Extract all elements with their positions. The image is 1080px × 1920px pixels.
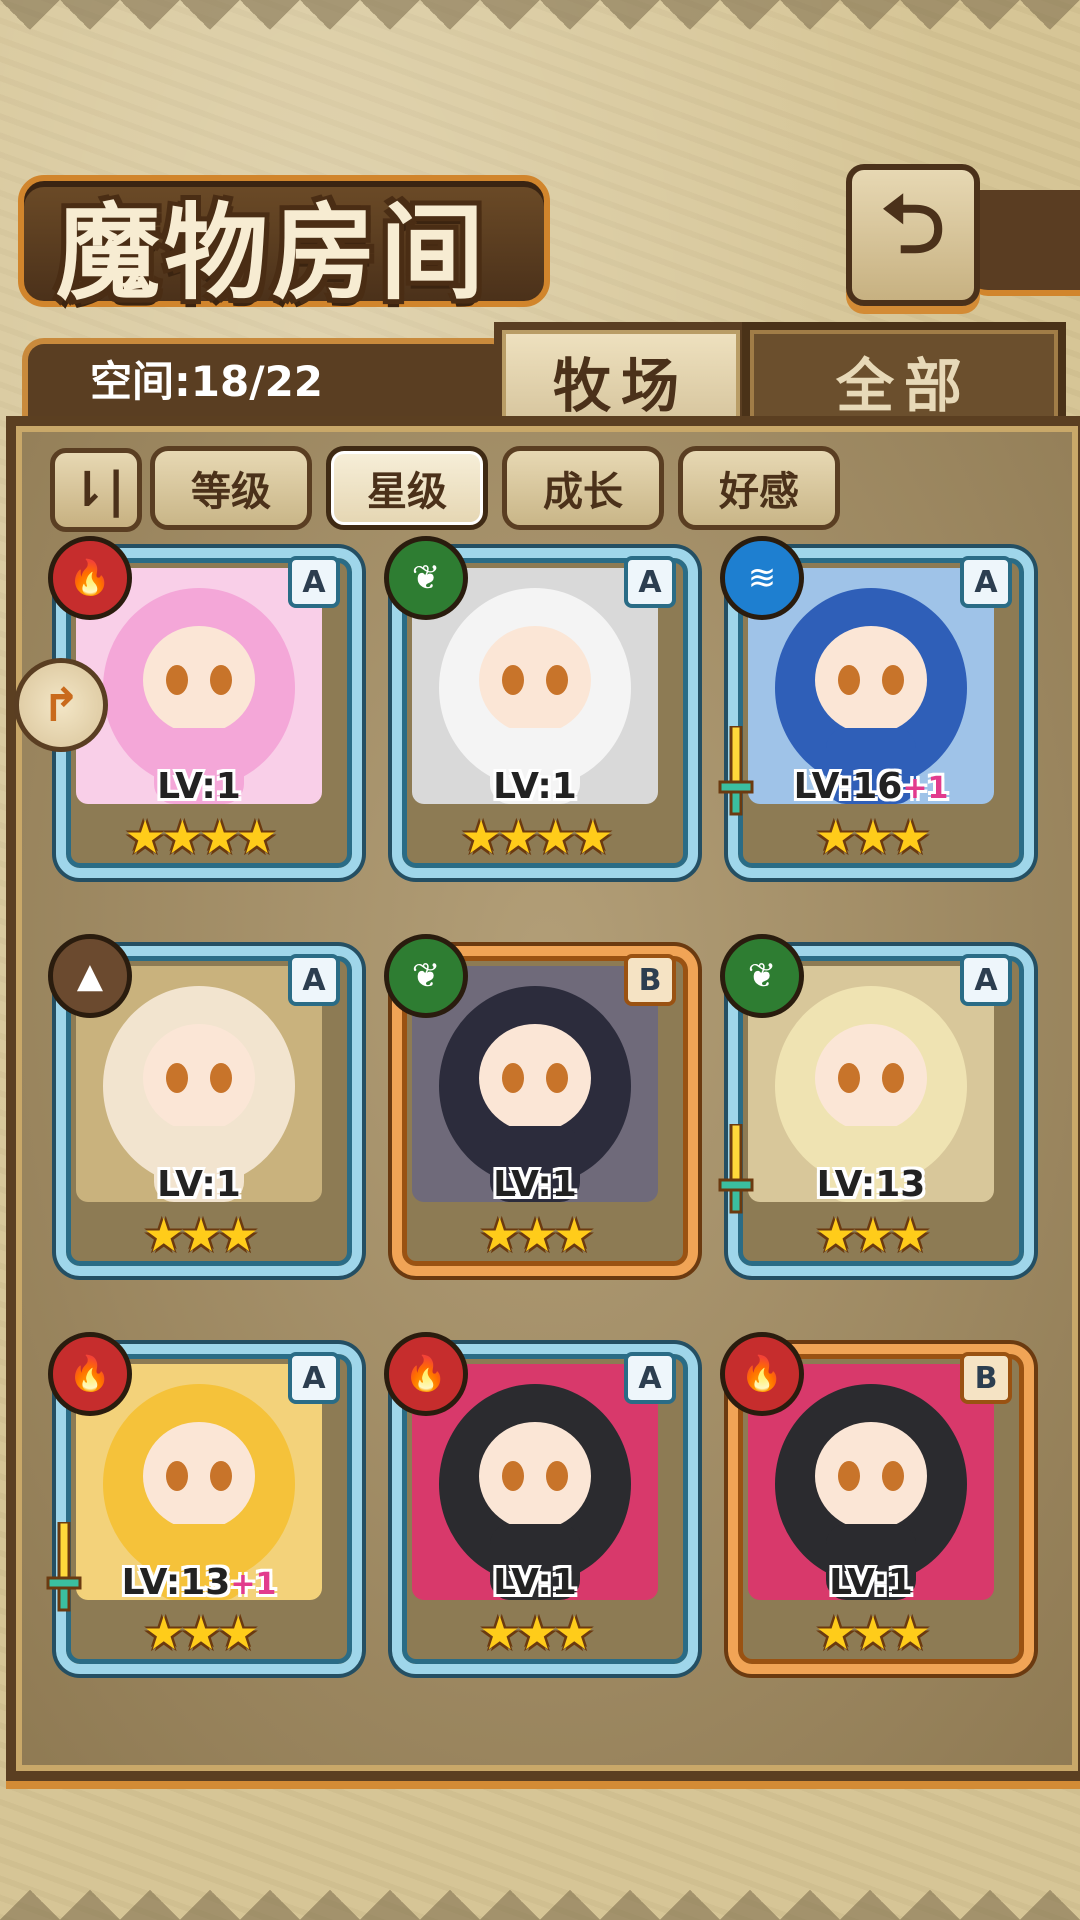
level-label: LV:1 bbox=[384, 1562, 686, 1603]
star-rating: ★★★ bbox=[815, 810, 931, 864]
monster-card[interactable]: 🔥 A LV:13+1 ★★★ bbox=[46, 1332, 362, 1674]
level-bonus: +1 bbox=[902, 771, 949, 806]
rank-badge: A bbox=[960, 954, 1012, 1006]
monster-card[interactable]: ≋ A LV:16+1 ★★★ bbox=[718, 536, 1034, 878]
level-value: LV:13 bbox=[121, 1562, 231, 1603]
rank-badge: A bbox=[624, 1352, 676, 1404]
star-rating: ★★★★ bbox=[460, 810, 614, 864]
element-icon: 🔥 bbox=[48, 1332, 132, 1416]
back-button-bar bbox=[968, 190, 1080, 296]
star-rating: ★★★ bbox=[479, 1208, 595, 1262]
element-icon: 🔥 bbox=[384, 1332, 468, 1416]
monster-card[interactable]: ▲ A LV:1 ★★★ bbox=[48, 934, 362, 1276]
right-eye bbox=[210, 1063, 232, 1093]
right-eye bbox=[210, 1461, 232, 1491]
rank-badge: A bbox=[960, 556, 1012, 608]
left-eye bbox=[166, 1063, 188, 1093]
right-eye bbox=[546, 1461, 568, 1491]
star-rating: ★★★ bbox=[143, 1606, 259, 1660]
top-border bbox=[0, 0, 1080, 60]
level-value: LV:1 bbox=[493, 1562, 577, 1603]
filter-star-button[interactable]: 星级 bbox=[326, 446, 488, 530]
element-icon: ❦ bbox=[720, 934, 804, 1018]
element-icon: ❦ bbox=[384, 536, 468, 620]
face-shape bbox=[143, 1422, 255, 1530]
star-rating: ★★★ bbox=[143, 1208, 259, 1262]
level-value: LV:1 bbox=[829, 1562, 913, 1603]
monster-card[interactable]: 🔥 B LV:1 ★★★ bbox=[720, 1332, 1034, 1674]
monster-card[interactable]: ❦ A LV:1 ★★★★ bbox=[384, 536, 698, 878]
monster-card[interactable]: ❦ A LV:13 ★★★ bbox=[718, 934, 1034, 1276]
back-button[interactable]: ⮌ bbox=[846, 164, 980, 306]
left-eye bbox=[838, 1461, 860, 1491]
level-value: LV:1 bbox=[157, 766, 241, 807]
star-rating: ★★★ bbox=[815, 1606, 931, 1660]
left-eye bbox=[166, 665, 188, 695]
back-icon: ⮌ bbox=[880, 178, 946, 271]
level-label: LV:16+1 bbox=[720, 766, 1022, 807]
level-label: LV:1 bbox=[720, 1562, 1022, 1603]
right-eye bbox=[882, 665, 904, 695]
level-value: LV:1 bbox=[493, 766, 577, 807]
level-label: LV:13 bbox=[720, 1164, 1022, 1205]
face-shape bbox=[815, 1024, 927, 1132]
left-eye bbox=[502, 1461, 524, 1491]
element-icon: ❦ bbox=[384, 934, 468, 1018]
filter-affection-button[interactable]: 好感 bbox=[678, 446, 840, 530]
page-title: 魔物房间 bbox=[56, 192, 489, 314]
star-rating: ★★★★ bbox=[124, 810, 278, 864]
left-eye bbox=[166, 1461, 188, 1491]
element-icon: ≋ bbox=[720, 536, 804, 620]
face-shape bbox=[143, 1024, 255, 1132]
filter-level-button[interactable]: 等级 bbox=[150, 446, 312, 530]
face-shape bbox=[815, 1422, 927, 1530]
monster-card[interactable]: 🔥 A LV:1 ★★★ bbox=[384, 1332, 698, 1674]
level-bonus: +1 bbox=[230, 1567, 277, 1602]
right-eye bbox=[546, 1063, 568, 1093]
level-label: LV:1 bbox=[48, 766, 350, 807]
star-rating: ★★★ bbox=[815, 1208, 931, 1262]
level-value: LV:1 bbox=[157, 1164, 241, 1205]
level-value: LV:16 bbox=[793, 766, 903, 807]
right-eye bbox=[882, 1063, 904, 1093]
face-shape bbox=[479, 1024, 591, 1132]
arrow-icon: ↱ bbox=[41, 678, 81, 732]
bottom-border bbox=[0, 1860, 1080, 1920]
right-eye bbox=[210, 665, 232, 695]
left-eye bbox=[502, 1063, 524, 1093]
level-label: LV:13+1 bbox=[48, 1562, 350, 1603]
level-label: LV:1 bbox=[384, 766, 686, 807]
left-eye bbox=[838, 1063, 860, 1093]
element-icon: ▲ bbox=[48, 934, 132, 1018]
left-eye bbox=[502, 665, 524, 695]
rank-badge: A bbox=[624, 556, 676, 608]
element-icon: 🔥 bbox=[720, 1332, 804, 1416]
face-shape bbox=[815, 626, 927, 734]
sort-order-button[interactable]: ⇂| bbox=[50, 448, 142, 532]
star-rating: ★★★ bbox=[479, 1606, 595, 1660]
side-action-button[interactable]: ↱ bbox=[14, 658, 108, 752]
face-shape bbox=[479, 626, 591, 734]
face-shape bbox=[143, 626, 255, 734]
rank-badge: B bbox=[960, 1352, 1012, 1404]
rank-badge: B bbox=[624, 954, 676, 1006]
level-label: LV:1 bbox=[48, 1164, 350, 1205]
face-shape bbox=[479, 1422, 591, 1530]
level-label: LV:1 bbox=[384, 1164, 686, 1205]
left-eye bbox=[838, 665, 860, 695]
right-eye bbox=[882, 1461, 904, 1491]
space-counter: 空间:18/22 bbox=[90, 357, 324, 406]
monster-card[interactable]: ❦ B LV:1 ★★★ bbox=[384, 934, 698, 1276]
rank-badge: A bbox=[288, 1352, 340, 1404]
element-icon: 🔥 bbox=[48, 536, 132, 620]
sort-icon: ⇂| bbox=[67, 462, 125, 518]
filter-growth-button[interactable]: 成长 bbox=[502, 446, 664, 530]
rank-badge: A bbox=[288, 556, 340, 608]
level-value: LV:13 bbox=[816, 1164, 926, 1205]
level-value: LV:1 bbox=[493, 1164, 577, 1205]
right-eye bbox=[546, 665, 568, 695]
rank-badge: A bbox=[288, 954, 340, 1006]
